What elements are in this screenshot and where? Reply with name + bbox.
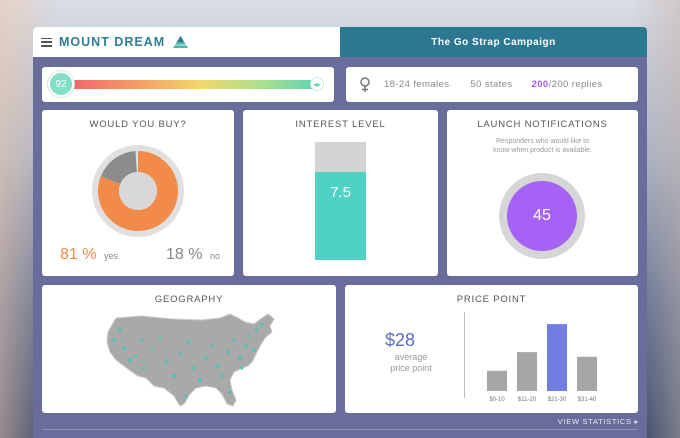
launch-subtitle-line2: know when product is available. [493, 147, 592, 154]
price-point-card: PRICE POINT $28 average price point $0-1… [345, 285, 638, 413]
price-point-title: PRICE POINT [456, 294, 527, 305]
price-bar-1 [517, 352, 537, 391]
no-unit: % [188, 246, 203, 263]
price-tick-label-0: $0-10 [489, 397, 505, 403]
states-count: 50 states [470, 79, 513, 90]
score-value: 92 [48, 71, 74, 97]
female-icon [360, 76, 370, 92]
no-percentage: 18 % no [166, 246, 220, 264]
mountain-logo-icon [173, 36, 189, 48]
no-value: 18 [166, 246, 184, 263]
average-price-label: average price point [383, 352, 439, 374]
yes-percentage: 81 % yes [60, 246, 118, 264]
buy-donut-chart [92, 145, 184, 237]
brand-header: MOUNT DREAM [33, 27, 340, 57]
score-end-handle[interactable]: ◂▸ [310, 77, 324, 91]
yes-label: yes [103, 251, 118, 261]
average-price-value: $28 [385, 330, 416, 350]
launch-subtitle-line1: Responders who would like to [496, 138, 589, 145]
us-map-icon [106, 313, 275, 407]
footer-divider [42, 429, 638, 430]
score-card: 92 ◂▸ [42, 67, 334, 102]
interest-level-title: INTEREST LEVEL [295, 119, 386, 130]
price-divider [464, 312, 465, 398]
geography-title: GEOGRAPHY [154, 294, 224, 305]
no-label: no [209, 251, 220, 261]
age-group: 18-24 females [384, 79, 450, 90]
replies-count: 200 [531, 79, 549, 90]
campaign-title: The Go Strap Campaign [340, 27, 647, 57]
score-gradient-bar [54, 80, 322, 89]
top-bar: MOUNT DREAM The Go Strap Campaign [33, 27, 647, 57]
price-bar-chart: $0-10 $11-20 $21-30 $31-40 [487, 324, 597, 403]
launch-notifications-subtitle: Responders who would like to know when p… [447, 137, 638, 155]
price-bar-2 [547, 324, 567, 391]
replies-summary: 200/200 replies [532, 79, 603, 90]
launch-count-ring: 45 [499, 173, 585, 259]
price-tick-label-1: $11-20 [518, 397, 537, 403]
yes-unit: % [82, 246, 97, 263]
donut-hole [119, 172, 157, 210]
demographics-card: 18-24 females 50 states 200/200 replies [346, 67, 638, 102]
replies-total: /200 replies [548, 79, 603, 90]
dashboard: MOUNT DREAM The Go Strap Campaign 92 ◂▸ … [33, 27, 647, 438]
launch-notifications-title: LAUNCH NOTIFICATIONS [477, 119, 608, 130]
geography-card: GEOGRAPHY [42, 285, 336, 413]
price-tick-label-2: $21-30 [548, 397, 567, 403]
launch-count: 45 [507, 181, 577, 251]
menu-icon[interactable] [41, 37, 52, 47]
interest-bar-track: 7.5 [315, 142, 366, 260]
price-tick-label-3: $31-40 [578, 397, 597, 403]
price-bar-3 [577, 356, 597, 391]
brand-name[interactable]: MOUNT DREAM [59, 35, 165, 49]
average-label-line2: price point [390, 363, 432, 373]
interest-bar-fill: 7.5 [315, 171, 366, 260]
yes-value: 81 [60, 246, 78, 263]
average-label-line1: average [394, 352, 428, 362]
interest-value: 7.5 [330, 183, 351, 201]
interest-level-card: INTEREST LEVEL 7.5 [243, 110, 438, 276]
launch-notifications-card: LAUNCH NOTIFICATIONS Responders who woul… [447, 110, 638, 276]
price-bar-0 [487, 370, 507, 391]
would-you-buy-title: WOULD YOU BUY? [89, 119, 187, 130]
would-you-buy-card: WOULD YOU BUY? 81 % yes 18 % no [42, 110, 234, 276]
view-statistics-link[interactable]: VIEW STATISTICS ▸ [558, 417, 639, 426]
